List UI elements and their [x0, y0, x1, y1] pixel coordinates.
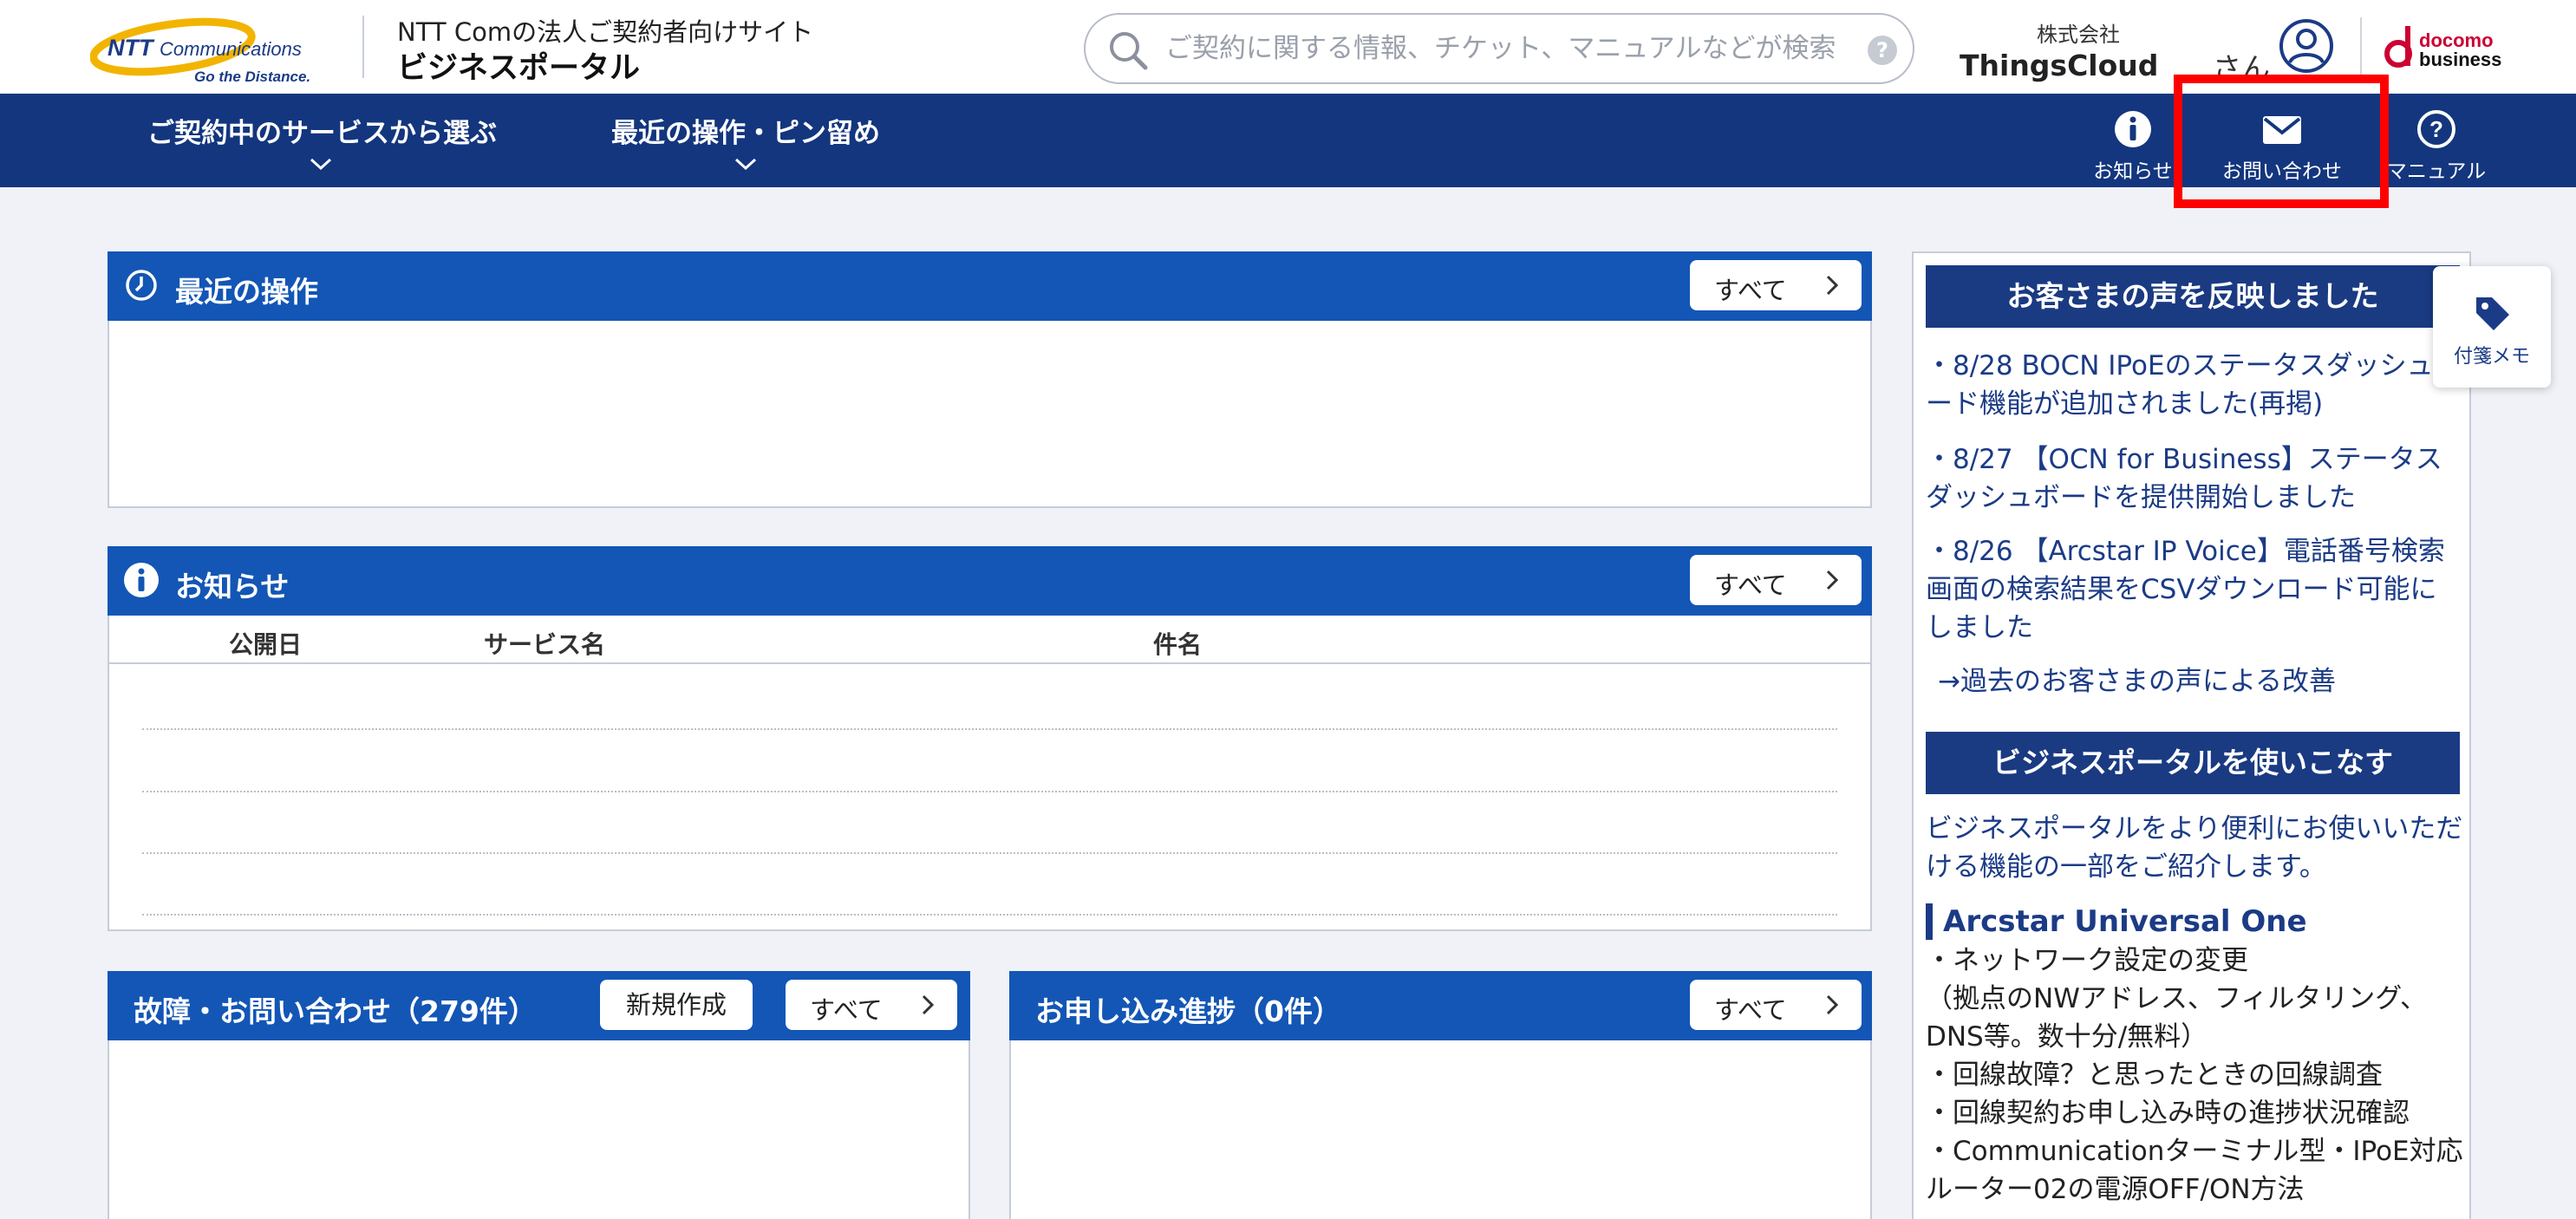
faults-inquiries-panel: 故障・お問い合わせ（279件） 新規作成 すべて	[108, 971, 970, 1219]
info-icon	[124, 563, 159, 597]
memo-label: 付箋メモ	[2453, 346, 2530, 368]
panel-title: お知らせ	[175, 570, 290, 603]
search-input[interactable]	[1165, 27, 1859, 70]
sticky-memo-tab[interactable]: 付箋メモ	[2433, 266, 2551, 388]
feature-note: （拠点のNWアドレス、フィルタリング、DNS等。数十分/無料）	[1926, 983, 2428, 1053]
panel-header: お知らせ すべて	[108, 546, 1872, 616]
voice-item-link[interactable]: ・8/28 BOCN IPoEのステータスダッシュボード機能が追加されました(再…	[1926, 347, 2463, 423]
info-sidebar: お客さまの声を反映しました ・8/28 BOCN IPoEのステータスダッシュボ…	[1912, 251, 2471, 1219]
recent-operations-panel: 最近の操作 すべて	[108, 251, 1872, 508]
news-table-header: 公開日 サービス名 件名	[109, 616, 1870, 664]
panel-header: お申し込み進捗（0件） すべて	[1009, 971, 1872, 1040]
nav-info-label: お知らせ	[2093, 160, 2173, 183]
mail-icon	[2263, 116, 2301, 144]
header-divider	[2360, 17, 2362, 78]
column-header: 公開日	[229, 630, 303, 659]
news-panel: お知らせ すべて 公開日 サービス名 件名	[108, 546, 1872, 931]
company-type: 株式会社	[2037, 23, 2120, 47]
voice-heading: お客さまの声を反映しました	[1926, 265, 2460, 328]
panel-header: 故障・お問い合わせ（279件） 新規作成 すべて	[108, 971, 970, 1040]
tag-icon	[2476, 297, 2509, 330]
panel-title: 故障・お問い合わせ（279件）	[134, 994, 537, 1028]
chevron-right-icon	[1826, 275, 1839, 296]
chevron-right-icon	[1826, 994, 1839, 1015]
nav-services-dropdown[interactable]: ご契約中のサービスから選ぶ	[147, 94, 497, 187]
chevron-right-icon	[922, 994, 935, 1015]
question-icon: ?	[2417, 110, 2455, 148]
voice-item-link[interactable]: ・8/27 【OCN for Business】ステータスダッシュボードを提供開…	[1926, 440, 2463, 517]
recent-all-button[interactable]: すべて	[1690, 260, 1862, 310]
nav-manual-label: マニュアル	[2386, 160, 2487, 183]
usage-heading: ビジネスポータルを使いこなす	[1926, 732, 2460, 794]
usage-description: ビジネスポータルをより便利にお使いいただける機能の一部をご紹介します。	[1926, 813, 2463, 883]
docomo-business-logo[interactable]: docomo business	[2384, 21, 2514, 73]
nav-contact-label: お問い合わせ	[2222, 160, 2342, 183]
main-nav: ご契約中のサービスから選ぶ 最近の操作・ピン留め お知らせ お問い合わせ ? マ…	[0, 94, 2576, 187]
feature-link[interactable]: ・回線契約お申し込み時の進捗状況確認	[1926, 1094, 2463, 1132]
svg-text:business: business	[2419, 49, 2501, 70]
clock-icon	[126, 270, 157, 301]
search-box[interactable]: ?	[1084, 13, 1914, 84]
nav-recent-label: 最近の操作・ピン留め	[611, 118, 880, 149]
ntt-communications-logo[interactable]: NTT Communications Go the Distance.	[90, 16, 340, 87]
user-account-icon[interactable]	[2278, 17, 2335, 75]
feature-link[interactable]: ・Communicationターミナル型・IPoE対応ルーター02の電源OFF/…	[1926, 1132, 2463, 1209]
row-divider	[142, 728, 1837, 730]
row-divider	[142, 914, 1837, 916]
svg-text:?: ?	[2429, 116, 2443, 142]
chevron-down-icon	[310, 158, 332, 171]
column-header: 件名	[1153, 630, 1203, 659]
chevron-down-icon	[734, 158, 757, 171]
logo-divider	[362, 16, 364, 78]
info-icon	[2115, 111, 2151, 147]
nav-services-label: ご契約中のサービスから選ぶ	[147, 118, 497, 149]
column-header: サービス名	[484, 630, 606, 659]
apply-all-button[interactable]: すべて	[1690, 980, 1862, 1030]
feature-link[interactable]: ・回線故障？と思ったときの回線調査	[1926, 1056, 2463, 1094]
nav-contact-button[interactable]: お問い合わせ	[2204, 94, 2360, 187]
svg-text:Go the Distance.: Go the Distance.	[194, 68, 310, 85]
chevron-right-icon	[1826, 570, 1839, 590]
past-voice-link[interactable]: →過去のお客さまの声による改善	[1938, 662, 2475, 701]
voice-item-link[interactable]: ・8/26 【Arcstar IP Voice】電話番号検索画面の検索結果をCS…	[1926, 532, 2463, 647]
panel-title: 最近の操作	[175, 275, 318, 309]
new-ticket-button[interactable]: 新規作成	[600, 980, 753, 1030]
panel-title: お申し込み進捗（0件）	[1035, 994, 1341, 1028]
arcstar-section-title: Arcstar Universal One	[1926, 903, 2463, 940]
svg-text:Communications: Communications	[160, 38, 302, 60]
row-divider	[142, 852, 1837, 854]
faults-all-button[interactable]: すべて	[786, 980, 957, 1030]
search-icon	[1110, 32, 1148, 70]
search-help-icon[interactable]: ?	[1868, 36, 1897, 65]
panel-header: 最近の操作 すべて	[108, 251, 1872, 321]
site-title[interactable]: ビジネスポータル	[397, 43, 640, 88]
news-all-button[interactable]: すべて	[1690, 555, 1862, 605]
company-name: ThingsCloud	[1960, 49, 2159, 82]
row-divider	[142, 791, 1837, 792]
svg-text:NTT: NTT	[108, 35, 155, 61]
feature-link[interactable]: ・ネットワーク設定の変更	[1926, 942, 2463, 980]
user-suffix: さん	[2213, 51, 2270, 85]
nav-info-button[interactable]: お知らせ	[2081, 94, 2185, 187]
nav-recent-dropdown[interactable]: 最近の操作・ピン留め	[607, 94, 884, 187]
application-progress-panel: お申し込み進捗（0件） すべて	[1009, 971, 1872, 1219]
top-header: NTT Communications Go the Distance. NTT …	[0, 0, 2576, 94]
nav-manual-button[interactable]: ? マニュアル	[2367, 94, 2506, 187]
